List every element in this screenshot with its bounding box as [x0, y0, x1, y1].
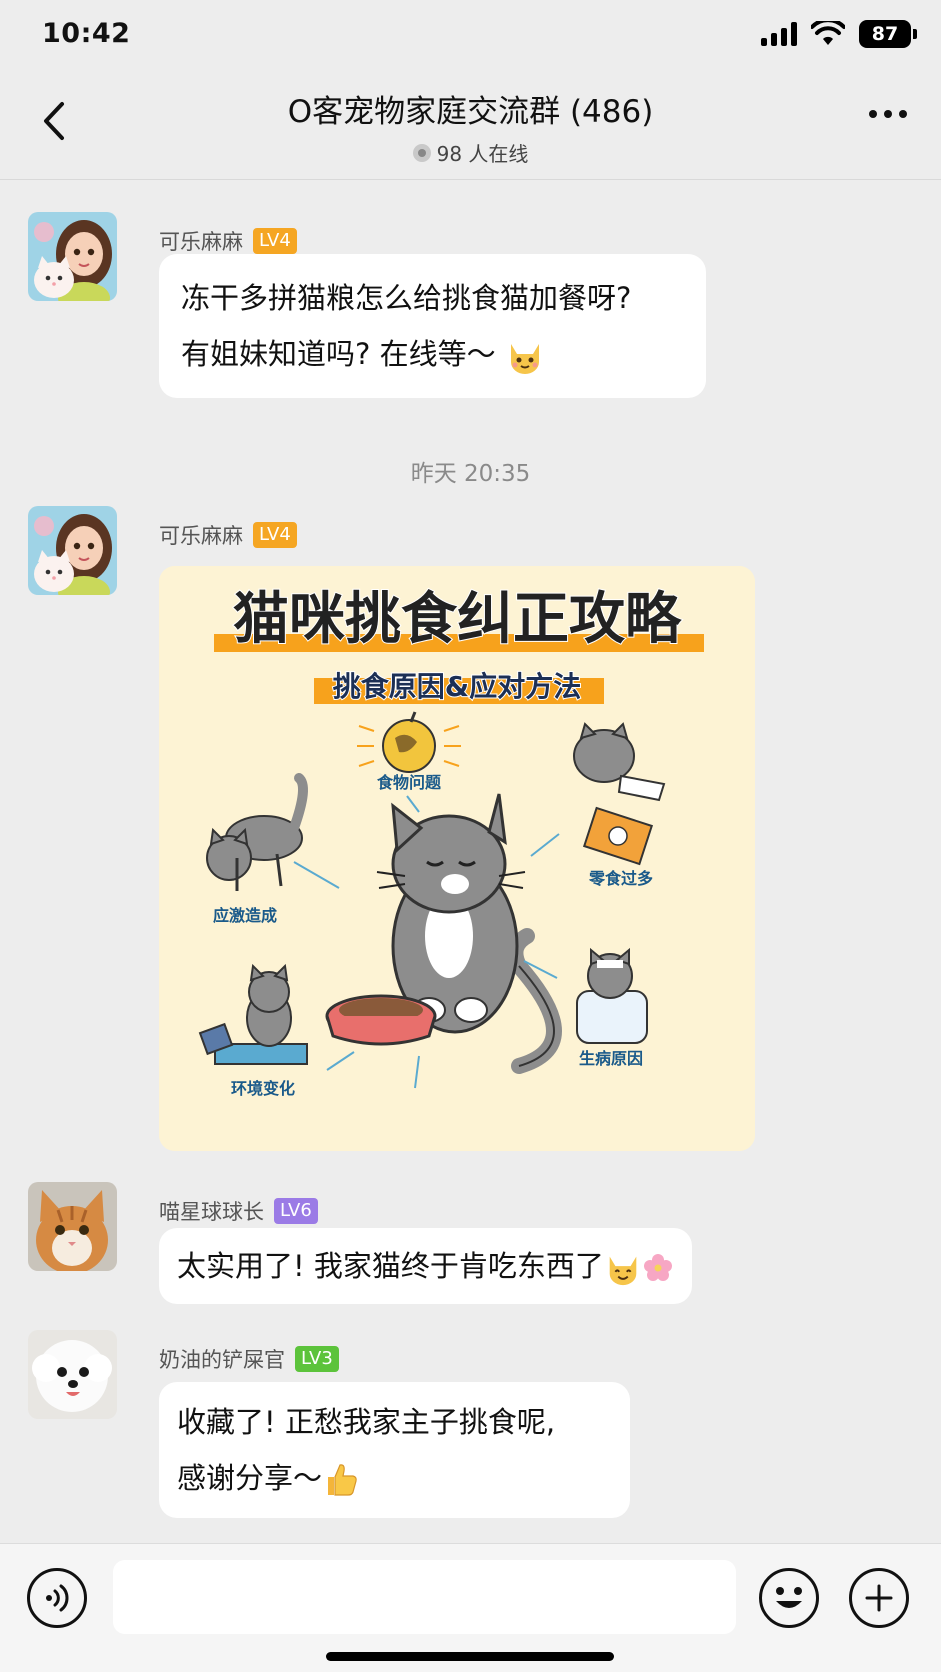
avatar[interactable]: [28, 1182, 117, 1271]
cat-face-emoji-icon: [510, 344, 539, 374]
message-input[interactable]: [113, 1560, 736, 1634]
avatar[interactable]: [28, 212, 117, 301]
level-badge: LV3: [295, 1346, 339, 1372]
status-icons: 87: [761, 20, 917, 48]
sender-name: 喵星球球长: [159, 1200, 264, 1224]
message-text-line: 收藏了! 正愁我家主子挑食呢,: [177, 1405, 556, 1439]
voice-icon: [46, 1584, 69, 1612]
message-meta: 喵星球球长 LV6: [159, 1196, 318, 1226]
label-illness: 生病原因: [579, 1049, 643, 1068]
message-meta: 奶油的铲屎官 LV3: [159, 1344, 339, 1374]
wifi-icon: [811, 21, 845, 45]
message-text-line-wrap: 感谢分享～: [177, 1450, 612, 1506]
infographic-subtitle: 挑食原因&应对方法: [333, 670, 581, 703]
message-bubble[interactable]: 冻干多拼猫粮怎么给挑食猫加餐呀? 有姐妹知道吗? 在线等～: [159, 254, 706, 398]
thumbs-up-emoji-icon: [328, 1464, 357, 1496]
cat-face-emoji-icon: [609, 1256, 637, 1286]
infographic-image[interactable]: 猫咪挑食纠正攻略 挑食原因&应对方法 食物问题 零食过多 应激造成 生病原因 环…: [159, 566, 755, 1151]
cellular-signal-icon: [761, 22, 797, 46]
sender-name: 可乐麻麻: [159, 230, 243, 254]
online-count: 98 人在线: [0, 138, 941, 167]
timestamp-divider: 昨天 20:35: [410, 461, 531, 487]
plus-icon: [865, 1584, 893, 1612]
status-bar: 10:42 87: [0, 0, 941, 78]
chat-header: O客宠物家庭交流群 (486) 98 人在线: [0, 78, 941, 180]
message-text-line: 冻干多拼猫粮怎么给挑食猫加餐呀?: [181, 281, 632, 315]
more-actions-button[interactable]: [849, 1568, 909, 1628]
message-meta: 可乐麻麻 LV4: [159, 226, 297, 256]
online-count-text: 98 人在线: [436, 142, 529, 166]
food-bowl-illustration: [325, 994, 437, 1046]
label-environment: 环境变化: [231, 1079, 295, 1098]
message-text-line-wrap: 有姐妹知道吗? 在线等～: [181, 326, 684, 382]
group-title: O客宠物家庭交流群 (486): [287, 94, 654, 130]
online-status-icon: [412, 143, 431, 162]
level-badge: LV6: [274, 1198, 318, 1224]
label-stress: 应激造成: [213, 906, 277, 925]
message-meta: 可乐麻麻 LV4: [159, 520, 297, 550]
message-bubble[interactable]: 太实用了! 我家猫终于肯吃东西了: [159, 1228, 692, 1304]
cherry-blossom-emoji-icon: [643, 1254, 672, 1281]
message-bubble[interactable]: 收藏了! 正愁我家主子挑食呢, 感谢分享～: [159, 1382, 630, 1518]
avatar[interactable]: [28, 1330, 117, 1419]
label-food-problem: 食物问题: [376, 773, 442, 792]
message-text-line: 感谢分享～: [177, 1461, 323, 1495]
label-too-many-snacks: 零食过多: [588, 869, 653, 888]
level-badge: LV4: [253, 522, 297, 548]
more-options-button[interactable]: [869, 110, 907, 118]
message-text-line: 有姐妹知道吗? 在线等～: [181, 337, 496, 371]
sender-name: 奶油的铲屎官: [159, 1348, 285, 1372]
infographic-title: 猫咪挑食纠正攻略: [233, 587, 682, 652]
level-badge: LV4: [253, 228, 297, 254]
smiley-icon: [776, 1587, 802, 1608]
message-text: 太实用了! 我家猫终于肯吃东西了: [177, 1249, 604, 1283]
battery-icon: 87: [859, 20, 917, 48]
home-indicator: [326, 1652, 614, 1661]
avatar[interactable]: [28, 506, 117, 595]
clock: 10:42: [42, 18, 131, 49]
sender-name: 可乐麻麻: [159, 524, 243, 548]
voice-input-button[interactable]: [27, 1568, 87, 1628]
emoji-button[interactable]: [759, 1568, 819, 1628]
